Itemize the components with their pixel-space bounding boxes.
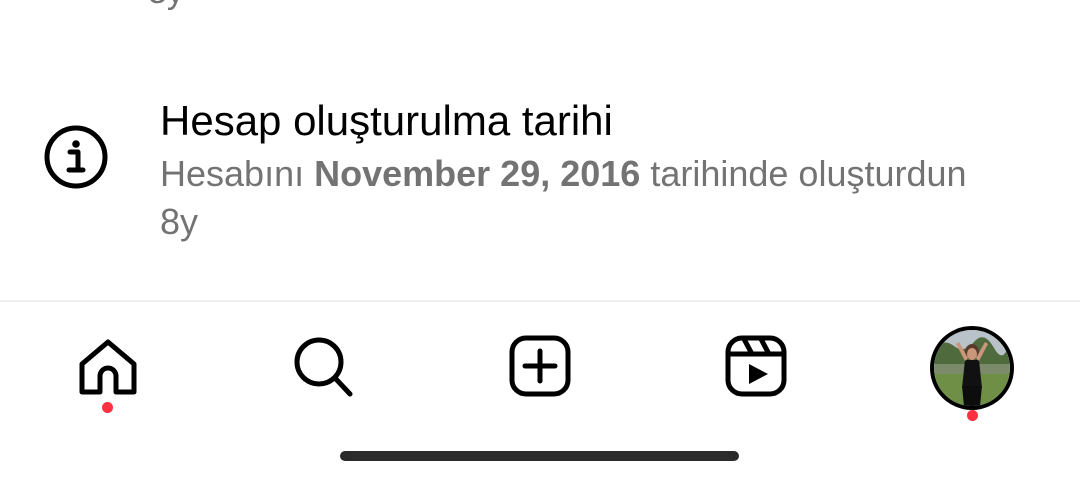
account-created-date: November 29, 2016 (314, 153, 641, 194)
account-age: 8y (160, 201, 199, 242)
account-created-description: Hesabını November 29, 2016 tarihinde olu… (160, 150, 1060, 246)
info-icon (43, 124, 109, 190)
home-indicator (340, 451, 739, 461)
nav-search-button[interactable] (284, 326, 364, 416)
profile-notification-dot (967, 410, 978, 421)
description-prefix: Hesabını (160, 153, 305, 194)
bottom-nav (0, 302, 1080, 432)
account-created-row: Hesap oluşturulma tarihi Hesabını Novemb… (0, 88, 1080, 258)
nav-reels-button[interactable] (716, 326, 796, 416)
avatar (934, 330, 1010, 406)
home-notification-dot (102, 402, 113, 413)
account-created-title: Hesap oluşturulma tarihi (160, 97, 613, 144)
nav-create-button[interactable] (500, 326, 580, 416)
description-suffix: tarihinde oluşturdun (650, 153, 967, 194)
previous-entry-age: 8y (148, 0, 184, 12)
nav-home-button[interactable] (68, 326, 148, 416)
nav-profile-button[interactable] (930, 326, 1014, 410)
